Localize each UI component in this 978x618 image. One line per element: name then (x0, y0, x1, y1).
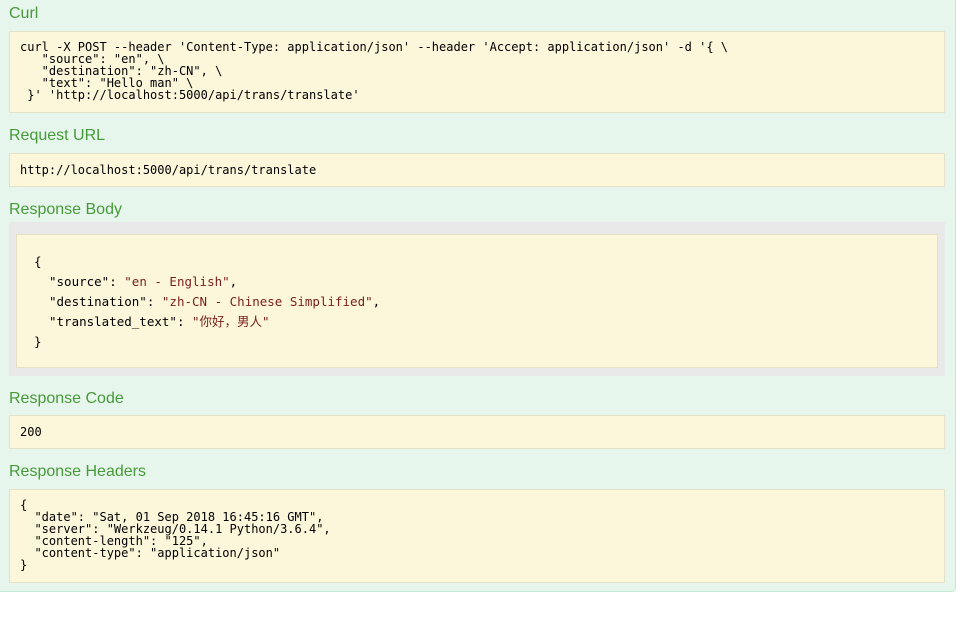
response-headers-heading: Response Headers (9, 463, 146, 480)
response-panel: Curl curl -X POST --header 'Content-Type… (0, 0, 956, 592)
json-field-destination: "destination": "zh-CN - Chinese Simplifi… (49, 294, 381, 309)
response-body-container: { "source": "en - English", "destination… (9, 222, 945, 376)
response-code-heading: Response Code (9, 390, 124, 407)
curl-heading: Curl (9, 5, 39, 22)
curl-line: }' 'http://localhost:5000/api/trans/tran… (20, 88, 360, 102)
response-headers-block[interactable]: { "date": "Sat, 01 Sep 2018 16:45:16 GMT… (9, 489, 945, 583)
header-line: } (20, 558, 28, 572)
json-close-brace: } (34, 334, 42, 349)
header-line: "content-type": "application/json" (20, 546, 281, 560)
response-body-block[interactable]: { "source": "en - English", "destination… (16, 234, 938, 368)
json-field-source: "source": "en - English", (49, 274, 238, 289)
request-url-block[interactable]: http://localhost:5000/api/trans/translat… (9, 153, 945, 187)
response-code-block[interactable]: 200 (9, 415, 945, 449)
response-body-heading: Response Body (9, 201, 122, 218)
response-code-value: 200 (20, 425, 42, 439)
json-field-translated-text: "translated_text": "你好，男人" (49, 314, 270, 329)
request-url-value: http://localhost:5000/api/trans/translat… (20, 163, 317, 177)
json-open-brace: { (34, 254, 42, 269)
curl-command-block[interactable]: curl -X POST --header 'Content-Type: app… (9, 31, 945, 113)
request-url-heading: Request URL (9, 127, 106, 144)
